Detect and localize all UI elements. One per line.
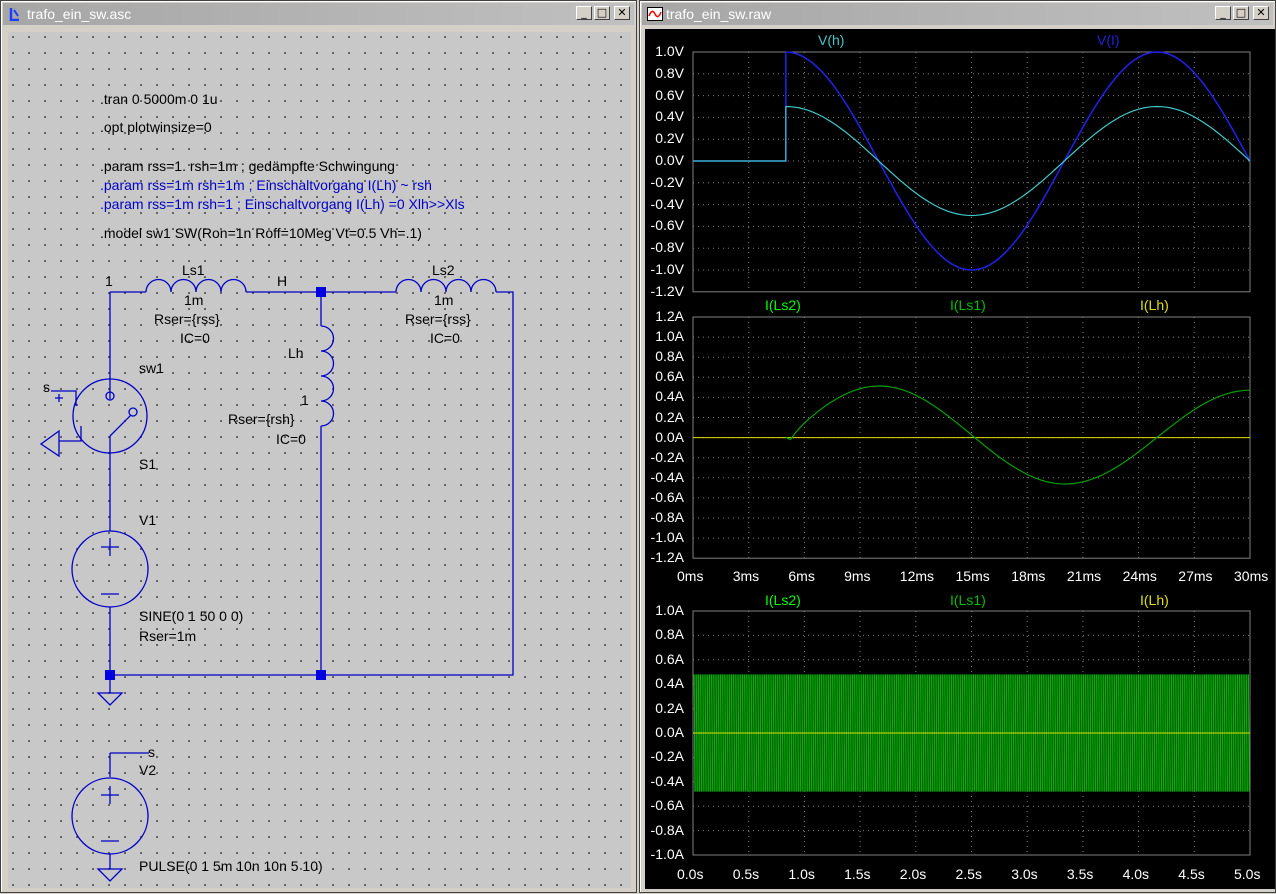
voltage-pane-ytick: -0.6V	[650, 217, 684, 234]
voltage-pane-ytick: 1.0V	[655, 43, 684, 59]
current-pane-full-xtick: 0.0s	[677, 866, 704, 882]
current-pane-zoom-xtick: 24ms	[1122, 568, 1157, 584]
current-pane-full-ytick: 0.2A	[655, 699, 684, 716]
current-pane-full-xtick: 0.5s	[732, 866, 760, 882]
current-pane-full-xtick: 1.5s	[844, 866, 871, 882]
current-pane-full-xtick: 2.5s	[955, 866, 982, 882]
current-pane-zoom-ytick: 0.6A	[655, 368, 684, 385]
current-pane-zoom-xtick: 18ms	[1011, 568, 1046, 584]
voltage-pane-ytick: -1.0V	[650, 261, 684, 277]
trace-label-ilh[interactable]: I(Lh)	[1140, 592, 1169, 608]
voltage-pane-ytick: -0.8V	[650, 239, 684, 256]
current-pane-full-ytick: 0.6A	[655, 650, 684, 667]
voltage-pane-ytick: 0.2V	[655, 130, 684, 147]
current-pane-zoom-ytick: 0.2A	[655, 408, 684, 425]
current-pane-zoom-ytick: 0.4A	[655, 388, 684, 405]
voltage-pane-ytick: 0.0V	[655, 152, 684, 168]
current-pane-full-xtick: 1.0s	[788, 866, 815, 882]
trace-label-vi[interactable]: V(I)	[1097, 32, 1120, 48]
current-pane-full-ytick: -0.2A	[650, 748, 684, 765]
current-pane-full-ytick: 0.0A	[655, 724, 684, 740]
current-pane-zoom-xtick: 3ms	[732, 568, 760, 584]
current-pane-zoom-xtick: 15ms	[955, 568, 990, 584]
trace-label-vh[interactable]: V(h)	[818, 32, 844, 48]
voltage-pane-ytick: -0.4V	[650, 195, 684, 212]
trace-ils	[785, 385, 1251, 485]
current-pane-full-xtick: 3.5s	[1066, 866, 1094, 882]
voltage-pane-ytick: -1.2V	[650, 282, 684, 299]
current-pane-zoom-xtick: 27ms	[1178, 568, 1213, 584]
current-pane-full-xtick: 4.5s	[1178, 866, 1205, 882]
current-pane-zoom-xtick: 21ms	[1066, 568, 1102, 584]
current-pane-full-ytick: -0.4A	[650, 772, 684, 789]
current-pane-full-xtick: 2.0s	[899, 866, 927, 882]
current-pane-full-xtick: 5.0s	[1234, 866, 1261, 882]
current-pane-zoom-xtick: 0ms	[677, 568, 704, 584]
current-pane-full-ytick: -0.8A	[650, 821, 684, 838]
voltage-pane-ytick: 0.4V	[655, 108, 684, 125]
current-pane-zoom-xtick: 12ms	[899, 568, 935, 584]
current-pane-zoom-xtick: 30ms	[1234, 568, 1269, 584]
current-pane-zoom-ytick: 1.0A	[655, 328, 684, 345]
voltage-pane-ytick: 0.6V	[655, 86, 684, 103]
current-pane-full-ytick: -1.0A	[650, 846, 684, 862]
current-pane-full-xtick: 4.0s	[1122, 866, 1150, 882]
current-pane-full-xtick: 3.0s	[1011, 866, 1038, 882]
current-pane-zoom-ytick: -0.2A	[650, 448, 684, 465]
voltage-pane-ytick: -0.2V	[650, 173, 684, 190]
current-pane-full-ytick: 0.8A	[655, 626, 684, 643]
current-pane-zoom-ytick: -0.6A	[650, 488, 684, 505]
current-pane-zoom-ytick: -0.8A	[650, 509, 684, 525]
trace-label-ils1[interactable]: I(Ls1)	[950, 592, 986, 608]
trace-label-ils2[interactable]: I(Ls2)	[765, 592, 801, 608]
trace-label-ilh[interactable]: I(Lh)	[1140, 297, 1169, 313]
current-pane-full-ytick: 0.4A	[655, 675, 684, 692]
current-pane-zoom-ytick: 0.0A	[655, 428, 684, 445]
current-pane-zoom-ytick: -0.4A	[650, 468, 684, 485]
voltage-pane-ytick: 0.8V	[655, 64, 684, 81]
current-pane-zoom-ytick: 1.2A	[655, 308, 684, 324]
trace-label-ils2[interactable]: I(Ls2)	[765, 297, 801, 313]
current-pane-zoom-xtick: 6ms	[788, 568, 815, 584]
current-pane-zoom-ytick: -1.2A	[650, 549, 684, 566]
current-pane-full-ytick: 1.0A	[655, 602, 684, 618]
trace-label-ils1[interactable]: I(Ls1)	[950, 297, 986, 313]
current-pane-zoom-ytick: 0.8A	[655, 348, 684, 365]
current-pane-zoom-xtick: 9ms	[844, 568, 871, 584]
current-pane-full-ytick: -0.6A	[650, 797, 684, 814]
current-pane-zoom-ytick: -1.0A	[650, 529, 684, 546]
